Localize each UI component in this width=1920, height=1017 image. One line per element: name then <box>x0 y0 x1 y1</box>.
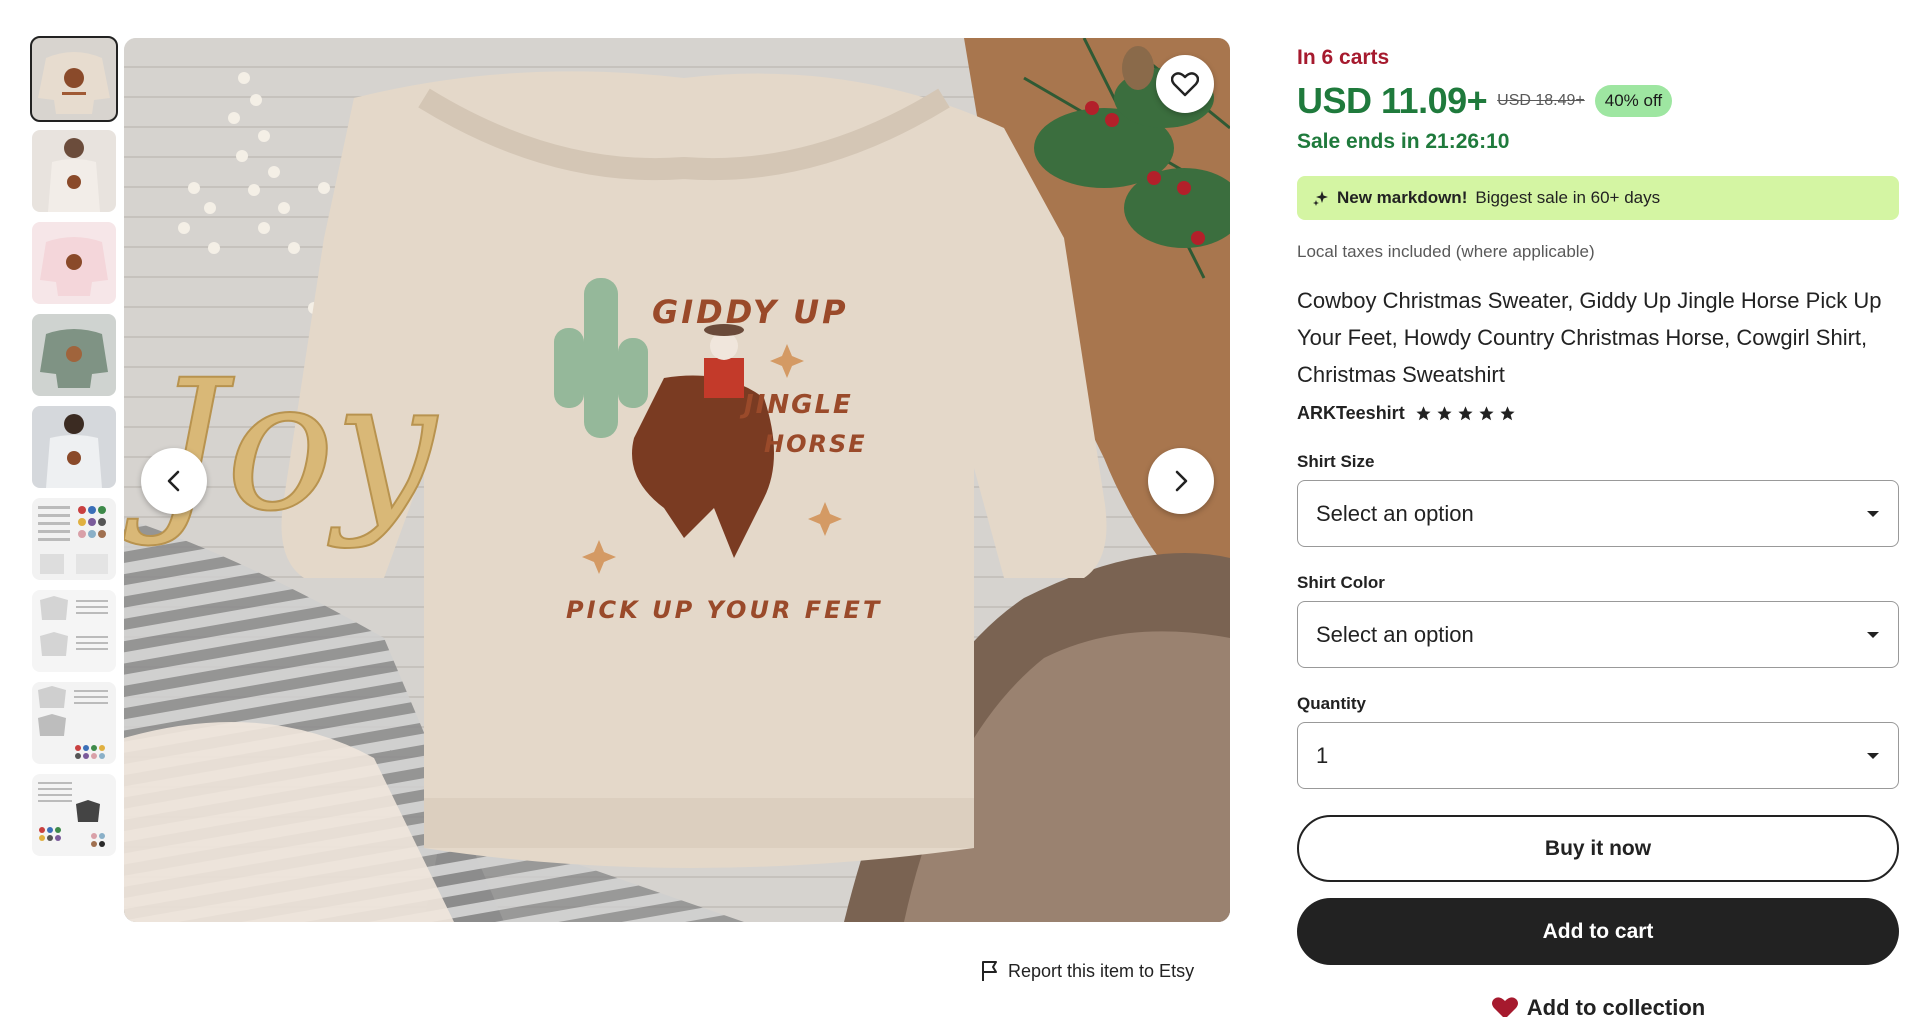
shirt-size-value: Select an option <box>1316 500 1474 526</box>
thumbnail-list <box>30 36 118 866</box>
thumbnail-4-image <box>32 314 116 396</box>
shirt-size-label: Shirt Size <box>1297 452 1375 471</box>
star-icon <box>1479 406 1494 421</box>
heart-filled-icon <box>1491 997 1518 1017</box>
thumbnail-5[interactable] <box>32 406 116 488</box>
thumbnail-2[interactable] <box>32 130 116 212</box>
shop-rating <box>1415 405 1516 422</box>
quantity-value: 1 <box>1316 742 1329 768</box>
buy-it-now-button[interactable]: Buy it now <box>1297 815 1899 882</box>
caret-down-icon <box>1867 631 1879 638</box>
add-to-collection-label: Add to collection <box>1526 995 1706 1017</box>
previous-image-button[interactable] <box>141 448 207 514</box>
star-icon <box>1458 406 1473 421</box>
listing-title: Cowboy Christmas Sweater, Giddy Up Jingl… <box>1297 288 1882 387</box>
report-item-label: Report this item to Etsy <box>1008 960 1195 981</box>
thumbnail-1[interactable] <box>30 36 118 122</box>
shop-name-link[interactable]: ARKTeeshirt <box>1297 403 1405 424</box>
star-icon <box>1416 406 1431 421</box>
thumbnail-2-image <box>32 130 116 212</box>
flag-icon <box>982 961 997 981</box>
next-image-button[interactable] <box>1148 448 1214 514</box>
thumbnail-8-image <box>32 682 116 764</box>
thumbnail-5-image <box>32 406 116 488</box>
thumbnail-3[interactable] <box>32 222 116 304</box>
thumbnail-6-image <box>32 498 116 580</box>
price-row: USD 11.09+ USD 18.49+ 40% off <box>1297 80 1899 122</box>
in-carts-notice: In 6 carts <box>1297 46 1390 69</box>
report-item-link[interactable]: Report this item to Etsy <box>980 960 1194 982</box>
caret-down-icon <box>1867 752 1879 759</box>
thumbnail-4[interactable] <box>32 314 116 396</box>
thumbnail-8[interactable] <box>32 682 116 764</box>
caret-down-icon <box>1867 510 1879 517</box>
quantity-label: Quantity <box>1297 694 1366 713</box>
design-line-3: HORSE <box>764 430 867 458</box>
shirt-color-label: Shirt Color <box>1297 573 1385 592</box>
heart-outline-icon <box>1171 72 1199 97</box>
taxes-note: Local taxes included (where applicable) <box>1297 242 1595 261</box>
sale-price: USD 11.09+ <box>1297 80 1488 121</box>
main-product-image: Joy GIDDY UP JINGLE HORSE PICK UP YOUR F… <box>124 38 1230 922</box>
thumbnail-9[interactable] <box>32 774 116 856</box>
shirt-color-select[interactable]: Select an option <box>1297 601 1899 668</box>
chevron-right-icon <box>1175 470 1188 492</box>
sparkle-icon <box>1313 191 1328 206</box>
add-to-cart-button[interactable]: Add to cart <box>1297 898 1899 965</box>
shop-row: ARKTeeshirt <box>1297 403 1899 424</box>
thumbnail-9-image <box>32 774 116 856</box>
thumbnail-7-image <box>32 590 116 672</box>
discount-badge: 40% off <box>1594 85 1673 117</box>
chevron-left-icon <box>167 470 180 492</box>
favorite-button[interactable] <box>1156 55 1214 113</box>
listing-panel: In 6 carts USD 11.09+ USD 18.49+ 40% off… <box>1297 46 1899 1017</box>
joy-text: Joy <box>124 342 439 551</box>
thumbnail-3-image <box>32 222 116 304</box>
quantity-select[interactable]: 1 <box>1297 722 1899 789</box>
design-line-1: GIDDY UP <box>652 293 849 331</box>
star-icon <box>1500 406 1515 421</box>
thumbnail-7[interactable] <box>32 590 116 672</box>
add-to-collection-button[interactable]: Add to collection <box>1297 995 1899 1017</box>
markdown-text: Biggest sale in 60+ days <box>1475 188 1661 207</box>
design-line-2: JINGLE <box>739 390 853 420</box>
markdown-title: New markdown! <box>1337 188 1468 207</box>
markdown-banner: New markdown! Biggest sale in 60+ days <box>1297 176 1899 220</box>
shirt-color-value: Select an option <box>1316 621 1474 647</box>
star-icon <box>1437 406 1452 421</box>
product-photo: Joy GIDDY UP JINGLE HORSE PICK UP YOUR F… <box>124 38 1230 922</box>
thumbnail-6[interactable] <box>32 498 116 580</box>
original-price: USD 18.49+ <box>1497 92 1585 109</box>
thumbnail-1-image <box>32 38 116 120</box>
design-line-4: PICK UP YOUR FEET <box>566 596 882 624</box>
shirt-size-select[interactable]: Select an option <box>1297 480 1899 547</box>
sale-countdown: Sale ends in 21:26:10 <box>1297 130 1510 153</box>
